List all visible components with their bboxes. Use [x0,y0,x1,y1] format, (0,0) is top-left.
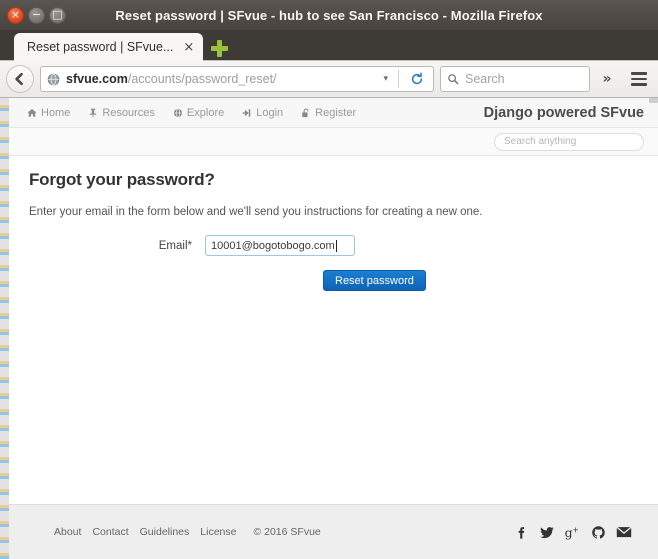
facebook-icon[interactable] [514,525,529,540]
unlock-icon [301,107,311,118]
page-intro-text: Enter your email in the form below and w… [29,206,483,218]
window-titlebar: × − □ Reset password | SFvue - hub to se… [0,0,658,30]
footer-links: About Contact Guidelines License © 2016 … [54,526,321,538]
thumbtack-icon [88,108,98,118]
page-viewport: Home Resources Explore Login Register Dj… [0,98,658,559]
nav-label: Login [256,106,284,119]
page-content: Forgot your password? Enter your email i… [9,156,658,291]
tab-close-icon[interactable]: × [181,41,196,54]
url-text: sfvue.com/accounts/password_reset/ [66,72,373,86]
submit-row: Reset password [29,270,638,291]
home-icon [27,108,37,118]
footer-link-contact[interactable]: Contact [92,526,128,538]
site-search-input[interactable]: Search anything [494,132,644,151]
submit-spacer [29,270,323,291]
footer-copyright: © 2016 SFvue [253,526,321,538]
search-icon [448,74,459,85]
menu-icon-line [631,77,647,81]
window-title: Reset password | SFvue - hub to see San … [115,7,543,23]
globe-icon [47,73,60,85]
back-arrow-icon [15,72,23,86]
footer-social-links: g + [514,525,632,540]
nav-item-login[interactable]: Login [242,107,283,119]
site-navbar: Home Resources Explore Login Register Dj… [9,98,658,128]
browser-search-placeholder: Search [465,72,505,86]
footer-link-license[interactable]: License [200,526,236,538]
scrollbar[interactable] [649,98,658,103]
email-field-label: Email* [158,239,192,252]
close-window-button[interactable]: × [7,6,24,24]
menu-icon-line [631,72,647,75]
svg-text:+: + [573,525,579,534]
web-page: Home Resources Explore Login Register Dj… [9,98,658,559]
footer-link-about[interactable]: About [54,526,81,538]
minimize-icon: − [31,8,42,21]
globe-icon [173,108,183,118]
site-footer: About Contact Guidelines License © 2016 … [9,504,658,559]
url-dropdown-icon[interactable]: ▾ [379,74,392,84]
twitter-icon[interactable] [539,525,555,540]
url-domain: sfvue.com [66,72,128,86]
url-bar[interactable]: sfvue.com/accounts/password_reset/ ▾ [40,66,434,92]
firefox-window: × − □ Reset password | SFvue - hub to se… [0,0,658,559]
google-plus-icon[interactable]: g + [565,525,581,540]
new-tab-button[interactable] [211,40,229,57]
tab-title: Reset password | SFvue... [27,40,174,54]
sign-in-icon [242,108,252,118]
site-search-row: Search anything [9,128,658,156]
close-icon: × [10,8,21,21]
menu-icon-line [631,83,647,86]
browser-toolbar: sfvue.com/accounts/password_reset/ ▾ Sea… [0,61,658,98]
browser-tab[interactable]: Reset password | SFvue... × [14,33,204,61]
github-icon[interactable] [591,525,606,540]
email-form-row: Email* 10001@bogotobogo.com [29,235,638,256]
site-nav-links: Home Resources Explore Login Register [27,107,356,119]
minimize-window-button[interactable]: − [28,6,45,24]
url-divider [398,70,399,88]
back-button[interactable] [6,65,34,93]
maximize-icon: □ [52,8,63,21]
text-cursor [335,239,337,252]
svg-text:g: g [565,525,573,540]
nav-label: Resources [102,106,155,119]
maximize-window-button[interactable]: □ [49,6,66,24]
tab-bar: Reset password | SFvue... × [0,30,658,61]
site-brand: Django powered SFvue [483,104,644,121]
nav-item-resources[interactable]: Resources [88,107,155,119]
browser-search-box[interactable]: Search [440,66,590,92]
desktop-edge-strip [0,98,9,559]
page-title: Forgot your password? [29,170,215,189]
reload-icon [411,72,423,85]
nav-label: Explore [186,106,225,119]
nav-item-explore[interactable]: Explore [173,107,224,119]
nav-item-register[interactable]: Register [301,107,356,119]
hamburger-menu-button[interactable] [626,66,652,92]
nav-item-home[interactable]: Home [27,107,70,119]
toolbar-overflow-button[interactable]: » [596,66,618,92]
email-field[interactable]: 10001@bogotobogo.com [205,235,355,256]
reload-button[interactable] [405,72,429,86]
window-controls: × − □ [0,6,66,24]
footer-link-guidelines[interactable]: Guidelines [140,526,190,538]
reset-password-button[interactable]: Reset password [323,270,426,291]
nav-label: Register [315,106,357,119]
nav-label: Home [41,106,71,119]
site-search-placeholder: Search anything [504,136,577,147]
email-icon[interactable] [616,525,632,539]
url-path: /accounts/password_reset/ [127,72,277,86]
email-field-value: 10001@bogotobogo.com [211,239,335,252]
